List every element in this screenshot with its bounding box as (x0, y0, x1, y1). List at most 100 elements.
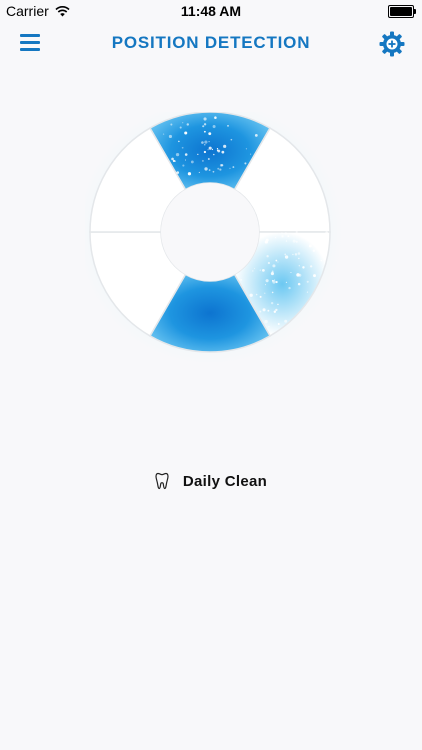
sparkle (217, 167, 220, 170)
status-bar: Carrier 11:48 AM (0, 0, 422, 22)
sparkle (264, 284, 267, 286)
sparkle (213, 153, 215, 156)
sparkle (204, 144, 206, 146)
sparkle (275, 259, 278, 262)
status-time: 11:48 AM (180, 3, 242, 19)
sparkle (284, 253, 287, 256)
sparkle (255, 293, 258, 296)
sparkle (264, 319, 268, 324)
sparkle (306, 280, 309, 283)
sparkle (168, 134, 173, 139)
sparkle (221, 150, 225, 154)
sparkle (229, 167, 231, 170)
sparkle (204, 140, 208, 144)
sparkle (184, 153, 188, 156)
sparkle (259, 310, 262, 313)
sparkle (298, 265, 300, 267)
sparkle (274, 236, 277, 239)
sparkle (281, 235, 284, 238)
sparkle (176, 171, 180, 174)
nav-bar: POSITION DETECTION (0, 22, 422, 66)
sparkle (197, 153, 199, 155)
gear-icon[interactable] (378, 30, 406, 58)
sparkle (253, 267, 256, 269)
sparkle (298, 273, 302, 277)
sparkle (214, 116, 217, 119)
sparkle (212, 170, 215, 173)
sparkle (270, 301, 274, 305)
sparkle (264, 292, 266, 294)
sparkle (262, 308, 266, 312)
sparkle (294, 253, 298, 256)
sparkle (312, 249, 316, 252)
sparkle (171, 157, 174, 161)
sparkle (310, 265, 313, 268)
sparkle (299, 233, 303, 237)
sparkle (285, 281, 288, 284)
sparkle (295, 230, 298, 234)
sparkle (306, 291, 309, 293)
sparkle (298, 257, 300, 260)
sparkle (284, 319, 288, 323)
sparkle (275, 280, 278, 284)
sparkle (240, 278, 243, 281)
sparkle (245, 148, 248, 150)
sparkle (207, 157, 210, 160)
sparkle (175, 153, 180, 157)
sparkle (249, 293, 253, 297)
sparkle (181, 146, 184, 149)
sparkle (201, 159, 204, 162)
sparkle (223, 144, 227, 148)
sparkle (227, 125, 229, 127)
sparkle (320, 259, 323, 262)
wheel-center (161, 183, 259, 281)
position-wheel-graphic (70, 92, 350, 372)
sparkle (259, 295, 262, 298)
sparkle (203, 150, 207, 154)
sparkle (250, 153, 252, 155)
sparkle (208, 132, 212, 136)
sparkle (288, 286, 291, 290)
sparkle (297, 282, 301, 286)
sparkle (230, 138, 233, 141)
sparkle (297, 252, 301, 255)
sparkle (267, 261, 271, 265)
sparkle (267, 309, 270, 312)
sparkle (284, 232, 288, 235)
sparkle (277, 322, 280, 325)
sparkle (272, 264, 276, 268)
sparkle (172, 159, 176, 163)
sparkle (275, 308, 278, 312)
sparkle (281, 232, 283, 234)
sparkle (162, 133, 165, 135)
position-wheel (70, 92, 350, 372)
sparkle (268, 325, 270, 328)
sparkle (201, 141, 204, 144)
sparkle (217, 149, 221, 153)
sparkle (198, 171, 200, 173)
sparkle (273, 310, 277, 314)
sparkle (313, 274, 316, 278)
sparkle (208, 146, 212, 150)
sparkle (186, 123, 189, 126)
sparkle (202, 125, 205, 128)
sparkle (203, 123, 207, 126)
sparkle (265, 279, 269, 283)
battery-icon (388, 5, 416, 18)
sparkle (170, 123, 173, 126)
sparkle (244, 162, 247, 165)
sparkle (190, 160, 194, 164)
sparkle (254, 133, 258, 137)
sparkle (219, 163, 223, 167)
sparkle (271, 291, 274, 294)
sparkle (208, 169, 211, 171)
sparkle (232, 166, 235, 169)
sparkle (273, 279, 276, 281)
sparkle (219, 168, 222, 171)
sparkle (207, 149, 209, 151)
sparkle (208, 140, 210, 143)
sparkle (266, 255, 269, 258)
sparkle (188, 173, 190, 176)
sparkle (178, 140, 180, 143)
sparkle (212, 125, 216, 129)
